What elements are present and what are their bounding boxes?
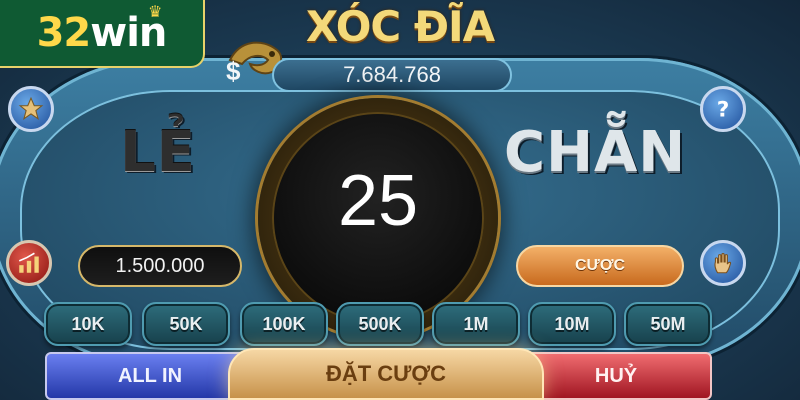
countdown-timer: 25	[337, 161, 419, 241]
all-in-button[interactable]: ALL IN	[45, 352, 255, 400]
chip-50m[interactable]: 50M	[624, 302, 712, 346]
chip-50k[interactable]: 50K	[142, 302, 230, 346]
chip-500k[interactable]: 500K	[336, 302, 424, 346]
hand-button[interactable]	[700, 240, 746, 286]
stats-button[interactable]	[6, 240, 52, 286]
svg-text:?: ?	[717, 98, 730, 122]
favorite-button[interactable]	[8, 86, 54, 132]
logo-number: 32	[36, 10, 92, 56]
confirm-bet-button[interactable]: ĐẶT CƯỢC	[228, 348, 544, 400]
chip-1m[interactable]: 1M	[432, 302, 520, 346]
bet-amount-value: 1.500.000	[115, 255, 205, 277]
help-button[interactable]: ?	[700, 86, 746, 132]
dollar-icon: $	[226, 56, 241, 86]
balance-value: 7.684.768	[343, 62, 441, 87]
place-bet-button[interactable]: CƯỢC	[516, 245, 684, 287]
chip-100k[interactable]: 100K	[240, 302, 328, 346]
chip-10m[interactable]: 10M	[528, 302, 616, 346]
odd-bet-label[interactable]: LẺ	[120, 120, 196, 185]
brand-logo: 32 win ♛	[0, 0, 205, 68]
hand-icon	[714, 252, 732, 274]
bar-chart-icon	[18, 252, 39, 273]
even-bet-label[interactable]: CHẴN	[504, 120, 686, 185]
game-title: XÓC ĐĨA	[305, 2, 495, 51]
star-icon	[18, 96, 44, 121]
crown-icon: ♛	[148, 2, 162, 21]
question-icon: ?	[717, 98, 730, 122]
chip-10k[interactable]: 10K	[44, 302, 132, 346]
cancel-button[interactable]: HUỶ	[520, 352, 712, 400]
